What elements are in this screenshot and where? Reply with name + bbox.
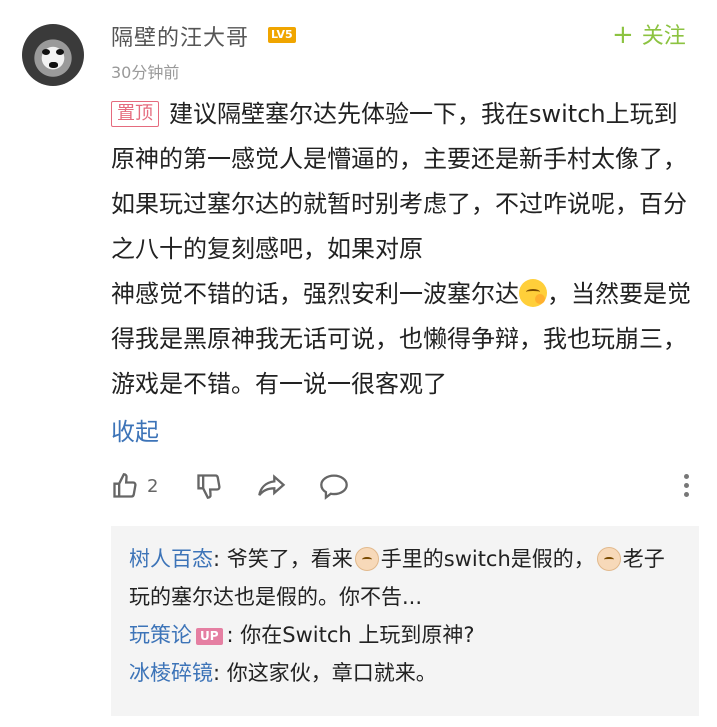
avatar[interactable] [22,24,84,86]
more-dot [683,474,689,479]
like-button[interactable]: 2 [111,468,158,504]
reply-username[interactable]: 树人百态 [129,547,213,571]
share-icon [258,474,286,496]
reply-text: : 你在Switch 上玩到原神? [226,623,475,647]
pinned-tag: 置顶 [111,101,159,127]
up-badge: UP [196,628,223,645]
reply-text: 手里的switch是假的， [380,547,595,571]
dislike-button[interactable] [195,468,223,504]
follow-button[interactable]: + 关注 [612,18,686,50]
reply-username[interactable]: 玩策论 [129,623,192,647]
more-dot [683,483,689,488]
thumbs-up-icon [113,473,137,498]
face-emoji-icon [354,547,379,571]
reply-item[interactable]: 冰棱碎镜: 你这家伙，章口就来。 [129,654,681,692]
comment-icon [320,474,348,500]
reply-item[interactable]: 树人百态: 爷笑了，看来 手里的switch是假的， 老子玩的塞尔达也是假的。你不告… [129,540,681,616]
reply-text: : 爷笑了，看来 [213,547,353,571]
action-bar: 2 [111,468,691,504]
comment-button[interactable] [319,468,349,504]
avatar-eye [56,49,64,55]
avatar-eye [42,49,50,55]
comment-text-2a: 神感觉不错的话，强烈安利一波塞尔达 [111,280,519,308]
reply-text: : 你这家伙，章口就来。 [213,661,437,685]
like-count: 2 [147,475,159,497]
more-dot [683,492,689,497]
avatar-nose [49,62,58,68]
share-button[interactable] [257,468,287,504]
comment-body: 置顶 建议隔壁塞尔达先体验一下，我在switch上玩到原神的第一感觉人是懵逼的，主… [111,92,701,407]
timestamp: 30分钟前 [111,63,180,82]
collapse-link[interactable]: 收起 [111,412,159,447]
thumbs-down-icon [197,474,221,499]
reply-list: 树人百态: 爷笑了，看来 手里的switch是假的， 老子玩的塞尔达也是假的。你不告… [111,526,699,716]
face-emoji-icon [596,547,621,571]
plus-icon: + [612,20,634,50]
username[interactable]: 隔壁的汪大哥 [111,20,249,52]
more-icon[interactable] [681,474,691,497]
level-badge: LV5 [268,27,296,43]
reply-item[interactable]: 玩策论 UP: 你在Switch 上玩到原神? [129,616,681,654]
smirk-emoji-icon [519,279,547,307]
comment-text-1: 建议隔壁塞尔达先体验一下，我在switch上玩到原神的第一感觉人是懵逼的，主要还… [111,100,687,263]
reply-username[interactable]: 冰棱碎镜 [129,661,213,685]
follow-label: 关注 [641,24,686,49]
